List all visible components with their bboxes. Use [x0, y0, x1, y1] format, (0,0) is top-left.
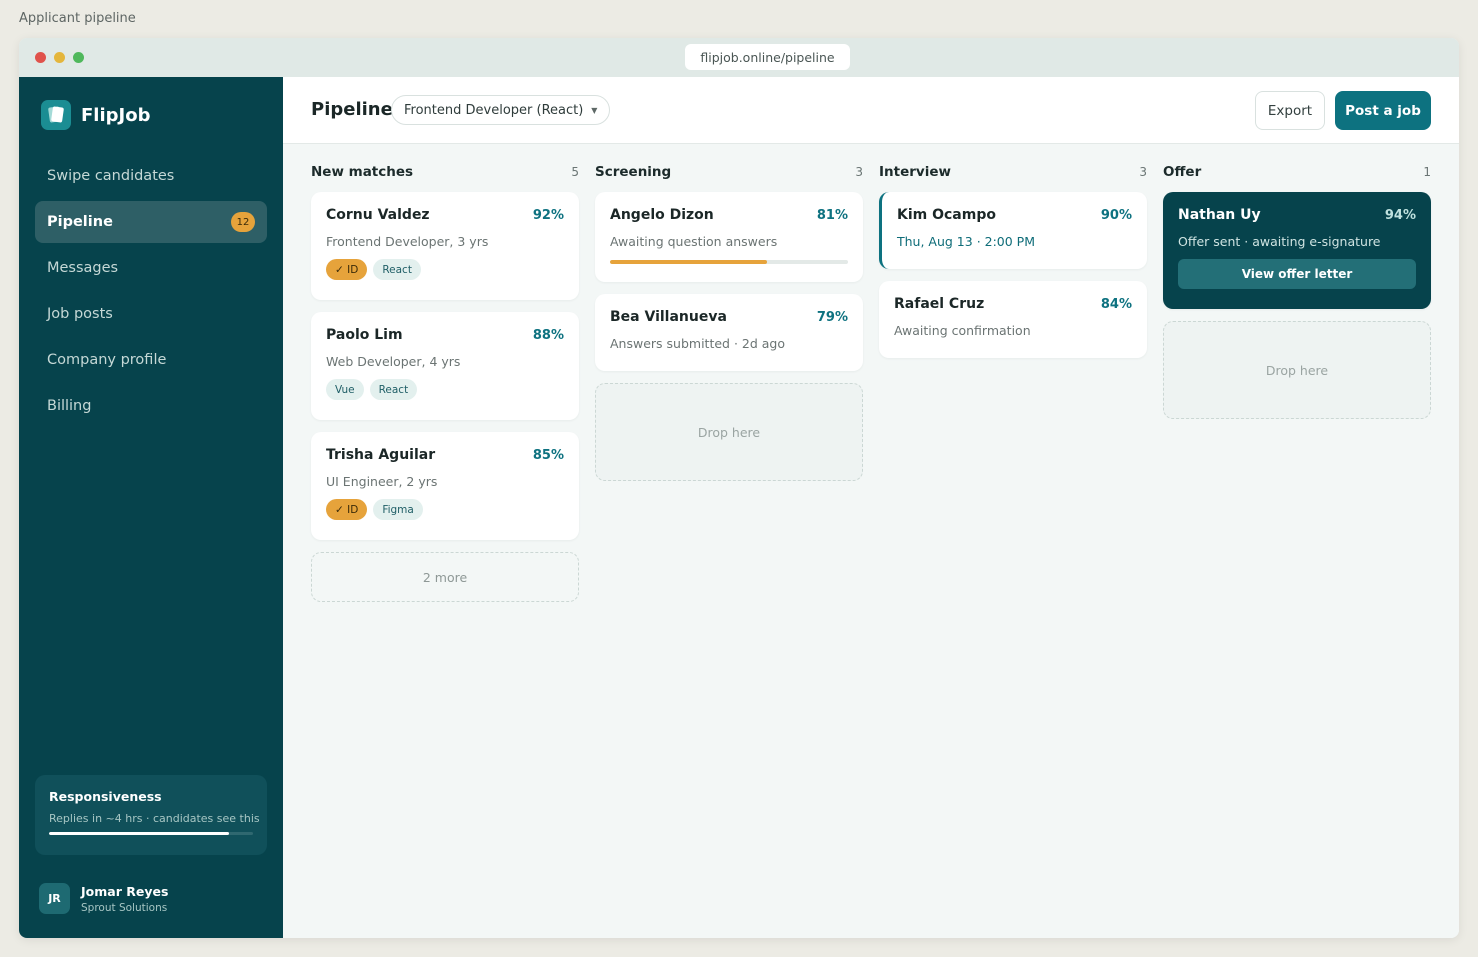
match-score: 90%: [1100, 207, 1132, 223]
sidebar-item-messages[interactable]: Messages: [35, 247, 267, 289]
browser-titlebar: flipjob.online/pipeline: [19, 38, 1459, 77]
candidate-status: Awaiting confirmation: [894, 323, 1031, 338]
browser-window: flipjob.online/pipeline FlipJob Swipe ca…: [19, 38, 1459, 938]
column-count: 1: [1423, 165, 1431, 179]
user-name: Jomar Reyes: [81, 883, 169, 899]
page-title: Pipeline: [311, 99, 393, 120]
candidate-name: Rafael Cruz: [894, 296, 985, 312]
sidebar-item-job-posts[interactable]: Job posts: [35, 293, 267, 335]
sidebar-item-company-profile[interactable]: Company profile: [35, 339, 267, 381]
column-interview: Interview 3 Kim Ocampo 90% Thu, Aug 13 ·…: [879, 163, 1147, 602]
sidebar-nav: Swipe candidates Pipeline 12 Messages Jo…: [35, 155, 267, 431]
interview-time: Thu, Aug 13 · 2:00 PM: [897, 234, 1036, 249]
candidate-card[interactable]: Cornu Valdez 92% Frontend Developer, 3 y…: [311, 192, 579, 300]
skill-tag: React: [369, 379, 418, 400]
match-score: 94%: [1384, 207, 1416, 223]
brand[interactable]: FlipJob: [41, 100, 150, 130]
column-title: Screening: [595, 164, 672, 180]
page-header: Pipeline Frontend Developer (React) ▼ Ex…: [283, 77, 1459, 144]
sidebar-item-pipeline[interactable]: Pipeline 12: [35, 201, 267, 243]
responsiveness-meter-fill: [49, 832, 229, 835]
candidate-name: Nathan Uy: [1178, 207, 1261, 223]
show-more-button[interactable]: 2 more: [311, 552, 579, 602]
match-score: 81%: [816, 207, 848, 223]
screening-progress-fill: [610, 260, 768, 264]
candidate-name: Cornu Valdez: [326, 207, 430, 223]
responsiveness-subtitle: Replies in ~4 hrs · candidates see this: [49, 812, 260, 825]
sidebar: FlipJob Swipe candidates Pipeline 12 Mes…: [19, 77, 283, 938]
brand-name: FlipJob: [81, 104, 151, 126]
column-offer: Offer 1 Nathan Uy 94% Offer sent · await…: [1163, 163, 1431, 602]
view-offer-letter-button[interactable]: View offer letter: [1178, 259, 1416, 289]
verified-id-tag: ✓ ID: [326, 259, 368, 280]
sidebar-item-label: Company profile: [47, 352, 167, 368]
column-count: 3: [1139, 165, 1147, 179]
match-score: 88%: [532, 327, 564, 343]
candidate-card[interactable]: Angelo Dizon 81% Awaiting question answe…: [595, 192, 863, 282]
candidate-name: Kim Ocampo: [897, 207, 996, 223]
match-score: 84%: [1100, 296, 1132, 312]
candidate-name: Angelo Dizon: [610, 207, 714, 223]
column-count: 5: [571, 165, 579, 179]
skill-tag: React: [373, 259, 421, 280]
main-content: Pipeline Frontend Developer (React) ▼ Ex…: [283, 77, 1459, 938]
candidate-role: UI Engineer, 2 yrs: [326, 474, 438, 489]
sidebar-item-label: Pipeline: [47, 214, 113, 230]
candidate-card[interactable]: Paolo Lim 88% Web Developer, 4 yrs Vue R…: [311, 312, 579, 420]
page-caption: Applicant pipeline: [19, 11, 136, 26]
match-score: 92%: [532, 207, 564, 223]
drop-zone[interactable]: Drop here: [1163, 321, 1431, 419]
candidate-name: Trisha Aguilar: [326, 447, 436, 463]
sidebar-item-label: Swipe candidates: [47, 168, 175, 184]
post-job-button[interactable]: Post a job: [1335, 91, 1431, 130]
screening-progress-bar: [610, 260, 848, 264]
sidebar-item-label: Job posts: [47, 306, 113, 322]
match-score: 85%: [532, 447, 564, 463]
candidate-card[interactable]: Rafael Cruz 84% Awaiting confirmation: [879, 281, 1147, 358]
address-bar[interactable]: flipjob.online/pipeline: [685, 44, 850, 70]
candidate-card[interactable]: Bea Villanueva 79% Answers submitted · 2…: [595, 294, 863, 371]
export-button[interactable]: Export: [1255, 91, 1325, 130]
candidate-status: Answers submitted · 2d ago: [610, 336, 785, 351]
skill-tag: Vue: [326, 379, 364, 400]
skill-tag: Figma: [373, 499, 423, 520]
column-title: New matches: [311, 164, 414, 180]
candidate-card[interactable]: Kim Ocampo 90% Thu, Aug 13 · 2:00 PM: [879, 192, 1147, 269]
match-score: 79%: [816, 309, 848, 325]
flipjob-logo-icon: [41, 100, 71, 130]
user-profile[interactable]: JR Jomar Reyes Sprout Solutions: [39, 883, 168, 914]
responsiveness-card: Responsiveness Replies in ~4 hrs · candi…: [35, 775, 267, 855]
candidate-name: Bea Villanueva: [610, 309, 727, 325]
offer-status: Offer sent · awaiting e-signature: [1178, 234, 1381, 249]
column-screening: Screening 3 Angelo Dizon 81% Awaiting qu…: [595, 163, 863, 602]
minimize-window-button[interactable]: [54, 52, 65, 63]
candidate-name: Paolo Lim: [326, 327, 403, 343]
maximize-window-button[interactable]: [73, 52, 84, 63]
column-new-matches: New matches 5 Cornu Valdez 92% Frontend …: [311, 163, 579, 602]
candidate-status: Awaiting question answers: [610, 234, 778, 249]
candidate-card[interactable]: Nathan Uy 94% Offer sent · awaiting e-si…: [1163, 192, 1431, 309]
chevron-down-icon: ▼: [591, 105, 598, 115]
verified-id-tag: ✓ ID: [326, 499, 368, 520]
candidate-role: Frontend Developer, 3 yrs: [326, 234, 489, 249]
close-window-button[interactable]: [35, 52, 46, 63]
column-title: Offer: [1163, 164, 1202, 180]
column-title: Interview: [879, 164, 951, 180]
sidebar-item-label: Billing: [47, 398, 92, 414]
pipeline-board: New matches 5 Cornu Valdez 92% Frontend …: [311, 163, 1431, 602]
candidate-card[interactable]: Trisha Aguilar 85% UI Engineer, 2 yrs ✓ …: [311, 432, 579, 540]
sidebar-item-swipe-candidates[interactable]: Swipe candidates: [35, 155, 267, 197]
pipeline-count-badge: 12: [231, 212, 255, 232]
sidebar-item-label: Messages: [47, 260, 119, 276]
responsiveness-title: Responsiveness: [49, 789, 162, 804]
candidate-role: Web Developer, 4 yrs: [326, 354, 461, 369]
avatar: JR: [39, 883, 70, 914]
drop-zone[interactable]: Drop here: [595, 383, 863, 481]
sidebar-item-billing[interactable]: Billing: [35, 385, 267, 427]
job-filter-value: Frontend Developer (React): [404, 102, 584, 118]
job-filter-dropdown[interactable]: Frontend Developer (React) ▼: [391, 95, 611, 125]
user-company: Sprout Solutions: [81, 901, 168, 914]
responsiveness-meter: [49, 832, 253, 835]
column-count: 3: [855, 165, 863, 179]
